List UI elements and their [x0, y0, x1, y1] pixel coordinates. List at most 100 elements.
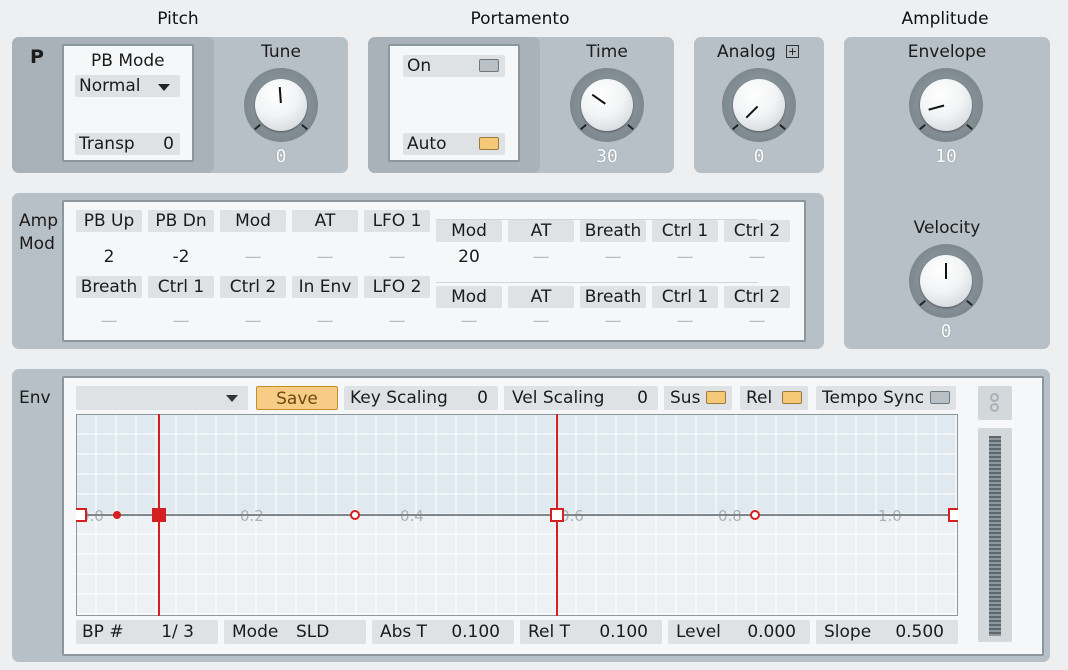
- bp-value: 1/ 3: [161, 622, 194, 642]
- breakpoint-end: [948, 508, 958, 522]
- time-value: 30: [596, 146, 618, 167]
- mod-source-row1-3[interactable]: AT: [292, 210, 358, 232]
- sus-label: Sus: [670, 388, 701, 408]
- mod-amount-row2-0[interactable]: —: [76, 311, 142, 331]
- mod-amount-row1-0[interactable]: 2: [76, 247, 142, 267]
- mod-source-row1-1[interactable]: PB Dn: [148, 210, 214, 232]
- mod-source-row2b-1[interactable]: AT: [508, 286, 574, 308]
- save-button[interactable]: Save: [256, 386, 338, 410]
- envelope-value: 10: [935, 146, 957, 167]
- led-off-icon: [930, 391, 950, 404]
- portamento-auto-toggle[interactable]: Auto: [403, 133, 505, 155]
- link-icon-lower: [990, 403, 999, 412]
- mod-source-row1b-4[interactable]: Ctrl 2: [724, 220, 790, 242]
- transp-field[interactable]: Transp 0: [75, 133, 180, 155]
- mod-source-row2-2[interactable]: Ctrl 2: [220, 276, 286, 298]
- mod-source-row2b-0[interactable]: Mod: [436, 286, 502, 308]
- mod-amount-row2-3[interactable]: —: [292, 311, 358, 331]
- mod-amount-row1b-2[interactable]: —: [580, 247, 646, 267]
- tempo-sync-label: Tempo Sync: [822, 388, 925, 408]
- mod-source-row2-3[interactable]: In Env: [292, 276, 358, 298]
- level-field[interactable]: Level 0.000: [668, 620, 810, 644]
- chevron-down-icon: [226, 395, 238, 402]
- mod-amount-row2-2[interactable]: —: [220, 311, 286, 331]
- mode-label: Mode: [232, 622, 279, 642]
- breakpoint-start: [76, 508, 87, 522]
- abs-t-field[interactable]: Abs T 0.100: [372, 620, 514, 644]
- portamento-on-label: On: [407, 56, 432, 76]
- mod-amount-row2b-0[interactable]: —: [436, 311, 502, 331]
- pb-mode-select[interactable]: Normal: [75, 75, 180, 97]
- tempo-sync-toggle[interactable]: Tempo Sync: [816, 386, 956, 410]
- curve-handle: [350, 510, 360, 520]
- mod-source-row2-0[interactable]: Breath: [76, 276, 142, 298]
- vel-scaling-field[interactable]: Vel Scaling 0: [504, 386, 658, 410]
- mod-source-row2-1[interactable]: Ctrl 1: [148, 276, 214, 298]
- level-label: Level: [676, 622, 721, 642]
- divider: [436, 282, 758, 283]
- link-button[interactable]: [978, 386, 1012, 420]
- envelope-graph[interactable]: 0.0 0.2 0.4 0.6 0.8 1.0: [76, 414, 958, 616]
- pitch-p-label: P: [30, 46, 44, 68]
- mod-source-row1b-1[interactable]: AT: [508, 220, 574, 242]
- pitch-header: Pitch: [157, 9, 199, 29]
- portamento-on-toggle[interactable]: On: [403, 55, 505, 77]
- rel-t-field[interactable]: Rel T 0.100: [520, 620, 662, 644]
- amp-mod-label-line2: Mod: [19, 234, 55, 254]
- mod-amount-row1b-1[interactable]: —: [508, 247, 574, 267]
- analog-knob[interactable]: [722, 68, 796, 142]
- mod-amount-row1-2[interactable]: —: [220, 247, 286, 267]
- mod-source-row2-4[interactable]: LFO 2: [364, 276, 430, 298]
- mod-source-row1-2[interactable]: Mod: [220, 210, 286, 232]
- velocity-knob[interactable]: [909, 244, 983, 318]
- env-preset-select[interactable]: [76, 386, 248, 410]
- mod-amount-row2-1[interactable]: —: [148, 311, 214, 331]
- mode-field[interactable]: Mode SLD: [224, 620, 366, 644]
- vel-scaling-label: Vel Scaling: [512, 388, 605, 408]
- mod-amount-row2b-4[interactable]: —: [724, 311, 790, 331]
- mod-amount-row1b-3[interactable]: —: [652, 247, 718, 267]
- mode-value: SLD: [296, 622, 330, 642]
- breakpoint-sustain: [550, 508, 564, 522]
- zoom-slider[interactable]: [978, 428, 1012, 642]
- abs-t-label: Abs T: [380, 622, 428, 642]
- vel-scaling-value: 0: [637, 388, 648, 408]
- mod-source-row1b-0[interactable]: Mod: [436, 220, 502, 242]
- mod-source-row1-4[interactable]: LFO 1: [364, 210, 430, 232]
- bp-field[interactable]: BP # 1/ 3: [76, 620, 218, 644]
- expand-icon[interactable]: +: [786, 45, 799, 58]
- led-off-icon: [479, 59, 499, 72]
- mod-amount-row1b-4[interactable]: —: [724, 247, 790, 267]
- time-knob[interactable]: [570, 68, 644, 142]
- analog-value: 0: [753, 146, 765, 167]
- mod-source-row2b-2[interactable]: Breath: [580, 286, 646, 308]
- curve-handle: [113, 511, 121, 519]
- mod-amount-row1-3[interactable]: —: [292, 247, 358, 267]
- mod-amount-row2-4[interactable]: —: [364, 311, 430, 331]
- mod-amount-row1b-0[interactable]: 20: [436, 247, 502, 267]
- key-scaling-field[interactable]: Key Scaling 0: [344, 386, 498, 410]
- mod-amount-row2b-2[interactable]: —: [580, 311, 646, 331]
- envelope-knob[interactable]: [909, 68, 983, 142]
- mod-source-row1-0[interactable]: PB Up: [76, 210, 142, 232]
- mod-source-row1b-2[interactable]: Breath: [580, 220, 646, 242]
- curve-handle: [750, 510, 760, 520]
- mod-source-row2b-4[interactable]: Ctrl 2: [724, 286, 790, 308]
- bp-label: BP #: [82, 622, 124, 642]
- mod-amount-row1-4[interactable]: —: [364, 247, 430, 267]
- slope-field[interactable]: Slope 0.500: [816, 620, 958, 644]
- mod-amount-row2b-3[interactable]: —: [652, 311, 718, 331]
- portamento-header: Portamento: [470, 9, 570, 29]
- transp-value: 0: [163, 134, 174, 154]
- mod-amount-row2b-1[interactable]: —: [508, 311, 574, 331]
- led-on-icon: [706, 391, 726, 404]
- rel-toggle[interactable]: Rel: [740, 386, 808, 410]
- tune-knob[interactable]: [244, 68, 318, 142]
- abs-t-value: 0.100: [451, 622, 500, 642]
- mod-source-row2b-3[interactable]: Ctrl 1: [652, 286, 718, 308]
- mod-source-row1b-3[interactable]: Ctrl 1: [652, 220, 718, 242]
- rel-t-value: 0.100: [599, 622, 648, 642]
- mod-amount-row1-1[interactable]: -2: [148, 247, 214, 267]
- level-value: 0.000: [747, 622, 796, 642]
- sus-toggle[interactable]: Sus: [664, 386, 732, 410]
